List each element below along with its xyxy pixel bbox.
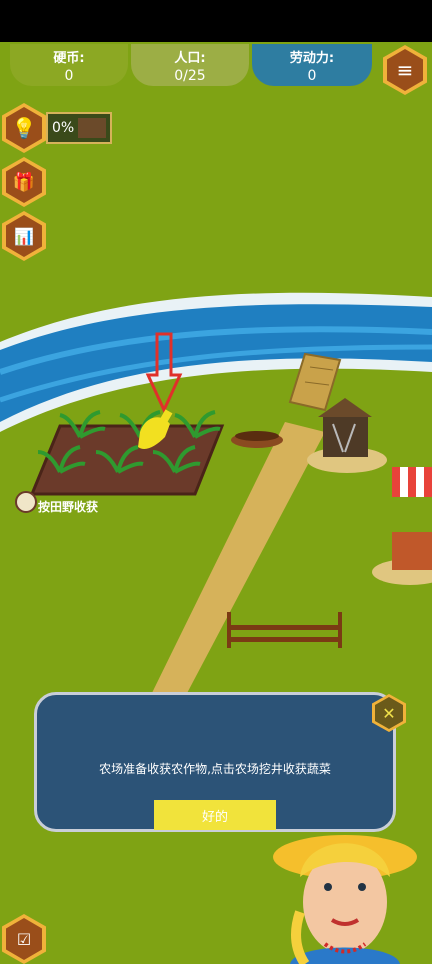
population-value: 0/25 xyxy=(174,68,206,84)
coins-stat: 硬币: 0 xyxy=(10,44,128,86)
progress-text: 0% xyxy=(52,120,75,136)
crop-field xyxy=(29,410,225,496)
field-hint: 按田野收获 xyxy=(38,500,99,514)
fence xyxy=(227,612,342,648)
menu-icon: ≡ xyxy=(396,58,414,82)
ok-button[interactable]: 好的 xyxy=(154,800,276,830)
close-icon: ✕ xyxy=(382,703,396,723)
coins-value: 0 xyxy=(64,68,74,84)
gift-icon: 🎁 xyxy=(12,171,36,193)
labor-label: 劳动力: xyxy=(289,51,335,66)
tasks-icon: ☑ xyxy=(16,929,32,949)
market-stall xyxy=(372,467,432,585)
chart-icon: 📊 xyxy=(14,226,34,246)
status-bar xyxy=(0,0,432,42)
progress-item-icon xyxy=(78,118,107,138)
basket-icon xyxy=(15,491,37,513)
character-girl xyxy=(273,835,417,964)
progress-box: 0% xyxy=(46,112,112,144)
population-label: 人口: xyxy=(174,51,206,66)
labor-value: 0 xyxy=(307,68,317,84)
labor-stat: 劳动力: 0 xyxy=(252,44,372,86)
dialog-message: 农场准备收获农作物,点击农场挖井收获蔬菜 xyxy=(99,762,331,776)
lightbulb-icon: 💡 xyxy=(11,116,37,140)
population-stat: 人口: 0/25 xyxy=(131,44,249,86)
coins-label: 硬币: xyxy=(53,51,85,66)
